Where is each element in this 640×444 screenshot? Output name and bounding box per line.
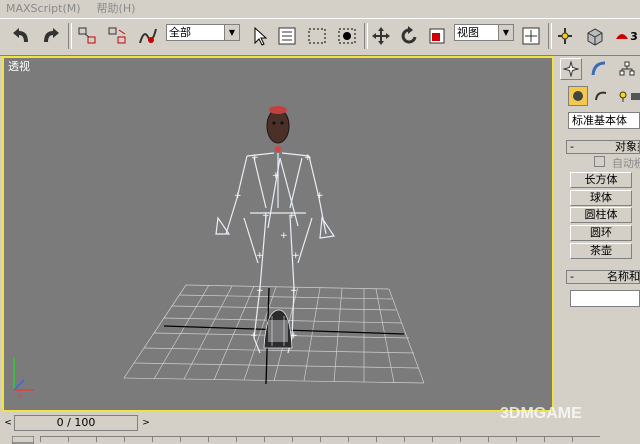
material-icon <box>587 28 603 46</box>
command-panel: 标准基本体 - 对象类型 自动栅格 长方体 球体 圆柱体 圆环 茶壶 - 名称和… <box>558 56 640 413</box>
select-and-link-button[interactable] <box>74 22 100 50</box>
torus-button[interactable]: 圆环 <box>570 225 632 241</box>
unlink-icon <box>108 27 126 44</box>
svg-text:+: + <box>292 251 300 261</box>
cylinder-button[interactable]: 圆柱体 <box>570 207 632 223</box>
scale-icon <box>429 28 445 44</box>
geometry-category-button[interactable] <box>568 86 588 106</box>
space-warp-icon <box>139 28 157 44</box>
main-toolbar: 全部 ▼ 视图 ▼ 3 <box>0 18 640 56</box>
svg-text:+: + <box>262 211 270 221</box>
svg-text:+: + <box>280 231 288 241</box>
manipulate-icon <box>558 28 572 44</box>
svg-text:+: + <box>256 251 264 261</box>
menu-maxscript[interactable]: MAXScript(M) <box>6 2 81 15</box>
svg-text:+: + <box>234 191 242 201</box>
sphere-button[interactable]: 球体 <box>570 190 632 206</box>
sphere-icon <box>573 91 583 101</box>
object-type-rollout-header[interactable]: - 对象类型 <box>566 140 640 154</box>
reference-coord-value: 视图 <box>457 26 479 39</box>
unlink-button[interactable] <box>104 22 130 50</box>
teapot-icon <box>616 34 629 39</box>
time-slider[interactable]: 0 / 100 <box>14 415 138 431</box>
light-icon <box>619 91 627 102</box>
undo-icon <box>13 28 28 42</box>
shapes-icon <box>595 91 607 101</box>
menu-help[interactable]: 帮助(H) <box>97 0 136 16</box>
autogrid-label: 自动栅格 <box>612 157 640 170</box>
menu-bar: MAXScript(M) 帮助(H) <box>0 0 640 16</box>
render-label: 3 <box>630 29 638 43</box>
selection-filter-dropdown[interactable]: 全部 ▼ <box>166 24 240 41</box>
svg-text:+: + <box>290 286 298 296</box>
move-button[interactable] <box>368 22 394 50</box>
chevron-down-icon: ▼ <box>224 25 239 40</box>
redo-icon <box>44 28 59 42</box>
tab-modify[interactable] <box>588 58 610 80</box>
svg-text:+: + <box>251 153 259 163</box>
cameras-category-button[interactable] <box>630 86 640 106</box>
region-select-button[interactable] <box>304 22 330 50</box>
teapot-button[interactable]: 茶壶 <box>570 243 632 259</box>
svg-text:x: x <box>18 392 22 400</box>
tab-hierarchy[interactable] <box>616 58 638 80</box>
rollout-collapse-label: - <box>570 270 574 283</box>
rotate-button[interactable] <box>396 22 422 50</box>
render-button[interactable]: 3 <box>612 22 640 50</box>
perspective-viewport[interactable]: 透视 + + + + + + + + + + + + + + x <box>2 56 554 412</box>
svg-text:+: + <box>288 211 296 221</box>
time-frame-readout: 0 / 100 <box>56 416 96 429</box>
shapes-category-button[interactable] <box>591 86 611 106</box>
create-star-icon <box>563 61 579 77</box>
scene-canvas: + + + + + + + + + + + + ++ x <box>13 106 425 400</box>
select-by-name-button[interactable] <box>274 22 300 50</box>
object-name-input[interactable] <box>570 290 640 307</box>
pivot-center-button[interactable] <box>518 22 544 50</box>
select-object-button[interactable] <box>246 22 272 50</box>
object-type-title: 对象类型 <box>615 140 639 153</box>
list-icon <box>278 27 296 45</box>
svg-text:+: + <box>304 153 312 163</box>
bind-space-warp-button[interactable] <box>134 22 160 50</box>
pivot-icon <box>522 27 540 45</box>
svg-text:+: + <box>272 171 280 181</box>
hierarchy-icon <box>619 61 635 76</box>
name-color-title: 名称和颜色 <box>607 270 640 283</box>
svg-text:+: + <box>250 331 258 341</box>
chevron-down-icon: ▼ <box>498 25 513 40</box>
world-axis-tripod-icon: x <box>13 358 34 400</box>
cursor-arrow-icon <box>254 26 268 46</box>
rollout-collapse-label: - <box>570 140 574 153</box>
svg-text:+: + <box>256 286 264 296</box>
name-color-rollout-header[interactable]: - 名称和颜色 <box>566 270 640 284</box>
watermark: 3DMGAME <box>500 405 582 422</box>
modify-icon <box>591 61 606 76</box>
link-icon <box>78 27 96 44</box>
select-and-manipulate-button[interactable] <box>552 22 578 50</box>
time-prev-button[interactable]: < <box>2 415 14 431</box>
box-button[interactable]: 长方体 <box>570 172 632 188</box>
svg-text:+: + <box>316 191 324 201</box>
rotate-icon <box>401 26 417 44</box>
material-editor-button[interactable] <box>582 22 608 50</box>
crossing-icon <box>338 28 356 44</box>
rectangle-region-icon <box>308 28 326 44</box>
character-head <box>266 106 290 152</box>
autogrid-checkbox[interactable] <box>594 156 605 167</box>
selection-filter-value: 全部 <box>169 26 191 39</box>
object-category-select[interactable]: 标准基本体 <box>568 112 640 129</box>
time-next-button[interactable]: > <box>140 415 152 431</box>
window-crossing-button[interactable] <box>334 22 360 50</box>
tab-create[interactable] <box>560 58 582 80</box>
redo-button[interactable] <box>38 22 64 50</box>
move-icon <box>372 27 390 45</box>
camera-icon <box>631 93 640 100</box>
scale-button[interactable] <box>424 22 450 50</box>
undo-button[interactable] <box>8 22 34 50</box>
reference-coord-dropdown[interactable]: 视图 ▼ <box>454 24 514 41</box>
